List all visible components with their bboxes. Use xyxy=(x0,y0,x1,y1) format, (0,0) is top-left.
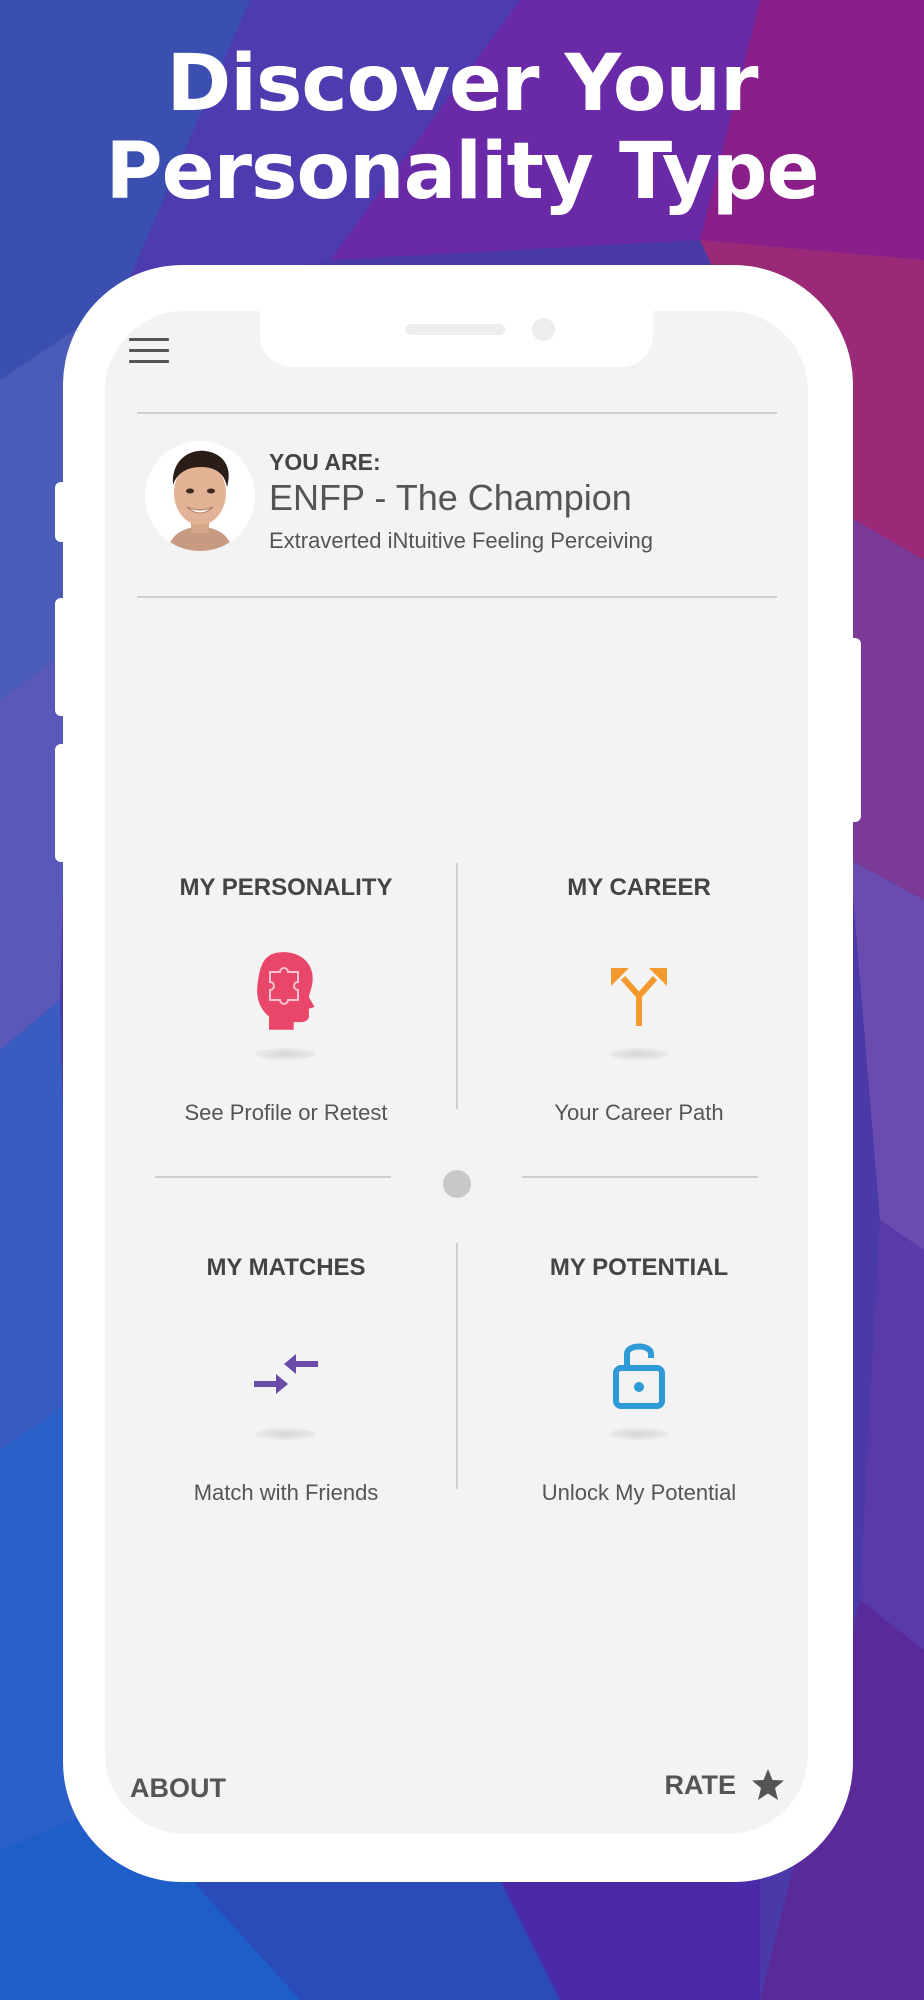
tile-subtitle: Match with Friends xyxy=(193,1480,379,1505)
about-button[interactable]: ABOUT xyxy=(130,1773,226,1804)
star-icon xyxy=(752,1769,784,1800)
divider-vertical-top xyxy=(456,863,458,1109)
converge-arrows-icon xyxy=(254,1354,318,1394)
you-are-label: YOU ARE: xyxy=(269,449,381,475)
divider-vertical-bottom xyxy=(456,1243,458,1489)
avatar-face-icon xyxy=(145,441,255,551)
icon-shadow xyxy=(256,1048,316,1060)
divider-middle-right xyxy=(522,1176,758,1178)
center-dot xyxy=(443,1170,471,1198)
divider-profile xyxy=(137,596,777,598)
tile-title: MY PERSONALITY xyxy=(179,874,393,901)
avatar xyxy=(145,441,255,551)
divider-middle-left xyxy=(155,1176,391,1178)
personality-type-description: Extraverted iNtuitive Feeling Perceiving xyxy=(269,528,653,553)
headline-line1: Discover Your xyxy=(166,39,758,129)
icon-shadow xyxy=(609,1428,669,1440)
tile-subtitle: Unlock My Potential xyxy=(541,1480,737,1505)
tile-subtitle: Your Career Path xyxy=(554,1100,724,1125)
profile-summary[interactable]: YOU ARE: ENFP - The Champion Extraverted… xyxy=(145,441,785,556)
divider-top xyxy=(137,412,777,414)
phone-frame: YOU ARE: ENFP - The Champion Extraverted… xyxy=(63,265,853,1882)
tile-title: MY CAREER xyxy=(567,874,711,901)
unlock-icon xyxy=(613,1343,665,1409)
headline: Discover Your Personality Type xyxy=(0,40,924,216)
fork-arrows-icon xyxy=(611,968,667,1026)
personality-type-name: ENFP - The Champion xyxy=(269,477,632,518)
tile-title: MY MATCHES xyxy=(206,1254,366,1281)
rate-button[interactable]: RATE xyxy=(665,1767,787,1803)
tile-subtitle: See Profile or Retest xyxy=(184,1100,388,1125)
headline-line2: Personality Type xyxy=(105,127,819,217)
tile-my-matches[interactable]: MY MATCHES Match with Friends xyxy=(116,1254,456,1514)
head-puzzle-icon xyxy=(257,952,315,1030)
icon-shadow xyxy=(609,1048,669,1060)
tile-my-career[interactable]: MY CAREER Your Career Path xyxy=(469,874,808,1134)
icon-shadow xyxy=(256,1428,316,1440)
app-screen: YOU ARE: ENFP - The Champion Extraverted… xyxy=(105,311,808,1834)
speaker-grille xyxy=(405,324,505,335)
rate-label: RATE xyxy=(664,1769,737,1800)
phone-notch xyxy=(260,311,653,367)
tile-my-personality[interactable]: MY PERSONALITY See Profile or Retest xyxy=(116,874,456,1134)
hamburger-menu-icon[interactable] xyxy=(129,338,169,364)
front-camera xyxy=(532,318,555,341)
tile-title: MY POTENTIAL xyxy=(549,1254,729,1281)
tile-my-potential[interactable]: MY POTENTIAL Unlock My Potential xyxy=(469,1254,808,1514)
